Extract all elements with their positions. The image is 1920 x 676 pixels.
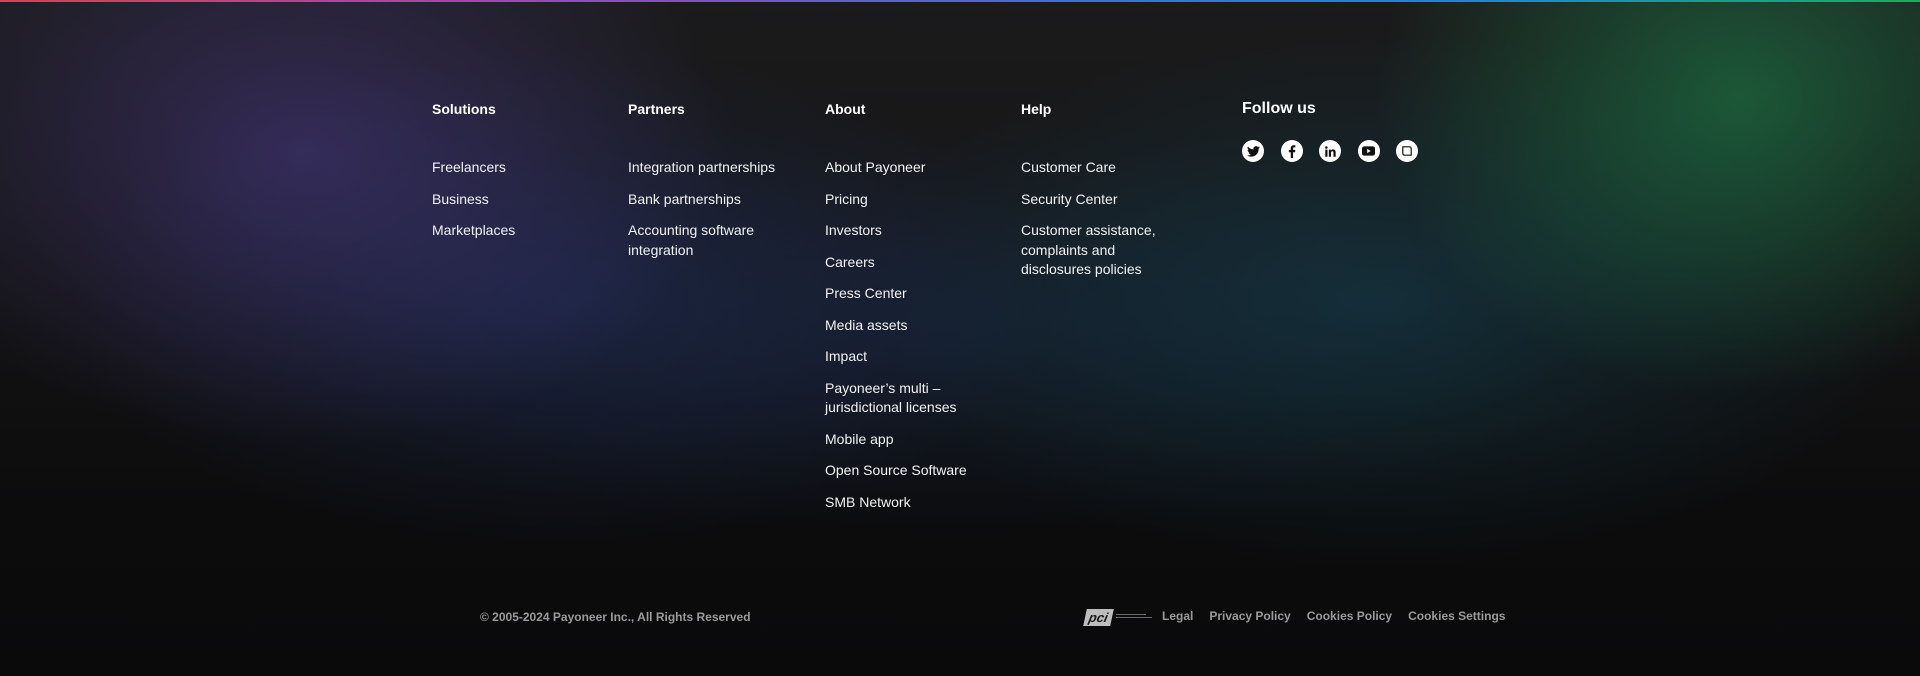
twitter-icon[interactable] [1242,140,1264,162]
footer-link-impact[interactable]: Impact [825,347,990,367]
footer-link-freelancers[interactable]: Freelancers [432,158,582,178]
footer-column-about: About About Payoneer Pricing Investors C… [825,100,990,524]
social-icons [1242,140,1435,162]
legal-link[interactable]: Legal [1162,608,1193,624]
follow-us-heading: Follow us [1242,100,1316,117]
footer-column-help: Help Customer Care Security Center Custo… [1021,100,1171,292]
column-heading: About [825,101,866,117]
footer-link-bank-partnerships[interactable]: Bank partnerships [628,190,778,210]
footer-link-open-source-software[interactable]: Open Source Software [825,461,990,481]
cookies-policy-link[interactable]: Cookies Policy [1307,608,1392,624]
footer-link-security-center[interactable]: Security Center [1021,190,1171,210]
footer-link-investors[interactable]: Investors [825,221,990,241]
facebook-icon[interactable] [1280,140,1303,162]
gradient-top-border [0,0,1920,2]
footer-link-licenses[interactable]: Payoneer’s multi – jurisdictional licens… [825,379,990,418]
footer-column-partners: Partners Integration partnerships Bank p… [628,100,778,272]
footer-link-accounting-software-integration[interactable]: Accounting software integration [628,221,778,260]
privacy-policy-link[interactable]: Privacy Policy [1209,608,1290,624]
column-heading: Solutions [432,101,496,117]
footer-link-customer-assistance-policies[interactable]: Customer assistance, complaints and disc… [1021,221,1171,280]
youtube-icon[interactable] [1357,140,1380,162]
linkedin-icon[interactable] [1319,140,1341,162]
footer-link-media-assets[interactable]: Media assets [825,316,990,336]
cookies-settings-link[interactable]: Cookies Settings [1408,608,1505,624]
footer-link-integration-partnerships[interactable]: Integration partnerships [628,158,778,178]
footer-link-customer-care[interactable]: Customer Care [1021,158,1171,178]
legal-links: Legal Privacy Policy Cookies Policy Cook… [1162,608,1521,624]
footer-link-press-center[interactable]: Press Center [825,284,990,304]
follow-us-section: Follow us [1242,100,1435,162]
footer-link-pricing[interactable]: Pricing [825,190,990,210]
footer-link-business[interactable]: Business [432,190,582,210]
pci-fine-print-graphic [1115,613,1156,622]
blog-icon[interactable] [1396,140,1418,162]
pci-badge: pci [1083,606,1156,628]
footer-link-careers[interactable]: Careers [825,253,990,273]
column-heading: Partners [628,101,685,117]
footer-link-smb-network[interactable]: SMB Network [825,493,990,513]
copyright-text: © 2005-2024 Payoneer Inc., All Rights Re… [480,610,751,624]
footer-link-marketplaces[interactable]: Marketplaces [432,221,582,241]
footer-link-about-payoneer[interactable]: About Payoneer [825,158,990,178]
column-heading: Help [1021,101,1052,117]
footer-link-mobile-app[interactable]: Mobile app [825,430,990,450]
footer-column-solutions: Solutions Freelancers Business Marketpla… [432,100,582,253]
pci-logo: pci [1083,608,1114,626]
